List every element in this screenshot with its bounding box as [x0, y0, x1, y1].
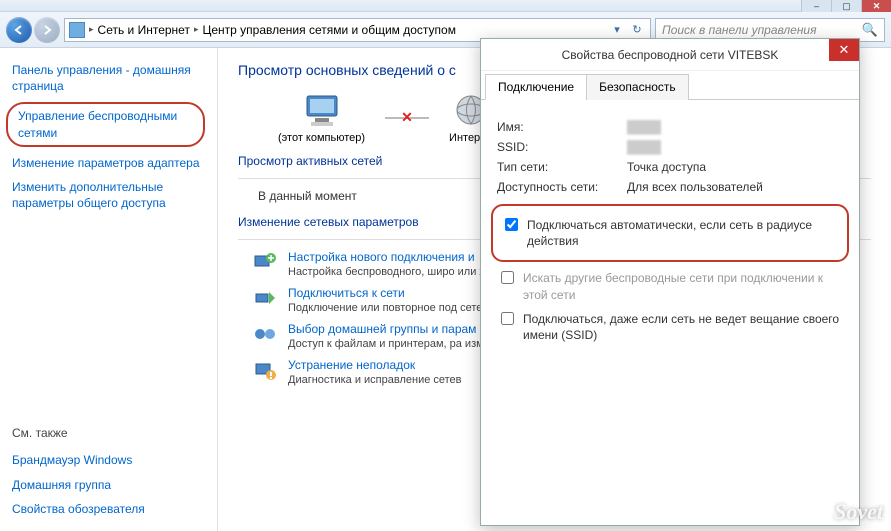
sidebar-firewall[interactable]: Брандмауэр Windows	[12, 452, 205, 468]
back-button[interactable]	[6, 17, 32, 43]
computer-icon	[301, 92, 343, 130]
arrow-left-icon	[13, 24, 25, 36]
dropdown-icon[interactable]: ▾	[608, 21, 626, 39]
sidebar-sharing[interactable]: Изменить дополнительные параметры общего…	[12, 179, 205, 211]
prop-name-value: ████	[627, 120, 661, 134]
prop-availability: Доступность сети: Для всех пользователей	[497, 180, 843, 194]
dialog-close-button[interactable]: ✕	[829, 39, 859, 61]
prop-ssid-value: ████	[627, 140, 661, 154]
troubleshoot-icon	[252, 358, 278, 384]
maximize-button[interactable]: ▢	[831, 0, 861, 12]
task-link[interactable]: Устранение неполадок	[288, 358, 462, 372]
arrow-right-icon	[41, 24, 53, 36]
checkbox-auto-connect[interactable]: Подключаться автоматически, если сеть в …	[501, 217, 839, 249]
sidebar-home[interactable]: Панель управления - домашняя страница	[12, 62, 205, 94]
sidebar: Панель управления - домашняя страница Уп…	[0, 48, 218, 531]
sidebar-see-also-label: См. также	[12, 426, 205, 440]
checkbox-search-other[interactable]: Искать другие беспроводные сети при подк…	[497, 270, 843, 302]
breadcrumb-part[interactable]: Сеть и Интернет	[98, 23, 190, 37]
sidebar-ie[interactable]: Свойства обозревателя	[12, 501, 205, 517]
tab-connection[interactable]: Подключение	[485, 74, 587, 100]
window-buttons: – ▢ ✕	[801, 0, 891, 12]
connection-line: ✕	[385, 117, 429, 119]
control-panel-icon	[69, 22, 85, 38]
this-pc-label: (этот компьютер)	[278, 132, 365, 144]
connect-icon	[252, 286, 278, 312]
tab-security[interactable]: Безопасность	[586, 74, 689, 100]
refresh-icon[interactable]: ↻	[628, 21, 646, 39]
homegroup-icon	[252, 322, 278, 348]
search-placeholder: Поиск в панели управления	[662, 23, 817, 37]
task-desc: Диагностика и исправление сетев	[288, 374, 462, 386]
wireless-properties-dialog: Свойства беспроводной сети VITEBSK ✕ Под…	[480, 38, 860, 526]
dialog-title: Свойства беспроводной сети VITEBSK ✕	[481, 39, 859, 71]
dialog-tabs: Подключение Безопасность	[481, 71, 859, 100]
address-bar-buttons: ▾ ↻	[608, 21, 646, 39]
sidebar-adapter[interactable]: Изменение параметров адаптера	[12, 155, 205, 171]
chevron-right-icon: ▸	[194, 24, 199, 35]
new-connection-icon	[252, 250, 278, 276]
checkbox-connect-hidden[interactable]: Подключаться, даже если сеть не ведет ве…	[497, 311, 843, 343]
prop-name: Имя: ████	[497, 120, 843, 134]
prop-type: Тип сети: Точка доступа	[497, 160, 843, 174]
window-close-button[interactable]: ✕	[861, 0, 891, 12]
highlight-annotation: Управление беспроводными сетями	[6, 102, 205, 146]
prop-availability-value: Для всех пользователей	[627, 180, 763, 194]
nav-arrow-group	[6, 17, 60, 43]
chevron-right-icon: ▸	[89, 24, 94, 35]
breadcrumb-part[interactable]: Центр управления сетями и общим доступом	[202, 23, 456, 37]
window-titlebar: – ▢ ✕	[0, 0, 891, 12]
sidebar-wireless[interactable]: Управление беспроводными сетями	[18, 108, 193, 140]
prop-ssid: SSID: ████	[497, 140, 843, 154]
checkbox-input[interactable]	[505, 218, 518, 231]
forward-button[interactable]	[34, 17, 60, 43]
checkbox-input[interactable]	[501, 271, 514, 284]
checkbox-input[interactable]	[501, 312, 514, 325]
search-icon: 🔍	[862, 22, 878, 38]
disconnected-icon: ✕	[401, 109, 413, 126]
prop-type-value: Точка доступа	[627, 160, 706, 174]
this-pc-icon: (этот компьютер)	[278, 92, 365, 144]
dialog-body: Имя: ████ SSID: ████ Тип сети: Точка дос…	[481, 100, 859, 365]
sidebar-homegroup[interactable]: Домашняя группа	[12, 477, 205, 493]
minimize-button[interactable]: –	[801, 0, 831, 12]
highlight-annotation: Подключаться автоматически, если сеть в …	[491, 204, 849, 262]
